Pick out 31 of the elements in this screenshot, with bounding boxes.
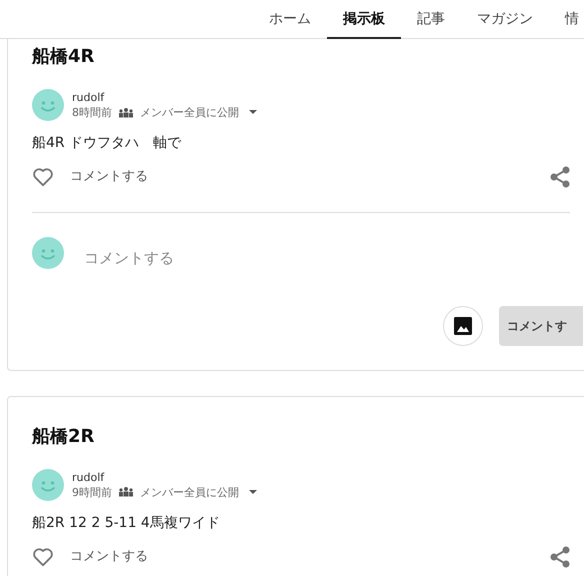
avatar-icon	[32, 89, 64, 121]
heart-icon[interactable]	[32, 167, 54, 187]
comment-link[interactable]: コメントする	[70, 546, 148, 566]
share-icon[interactable]	[550, 546, 570, 568]
nav-tab[interactable]: マガジン	[461, 0, 549, 38]
nav-tab[interactable]: ホーム	[253, 0, 327, 38]
heart-icon[interactable]	[32, 546, 54, 566]
avatar-icon	[32, 468, 64, 500]
members-icon	[118, 108, 134, 118]
image-icon	[454, 316, 472, 334]
author-name[interactable]: rudolf	[72, 90, 257, 105]
avatar-icon	[32, 237, 64, 269]
post-title: 船橋4R	[32, 45, 96, 69]
author-name[interactable]: rudolf	[72, 470, 257, 484]
visibility-label[interactable]: メンバー全員に公開	[140, 484, 239, 500]
members-icon	[118, 487, 134, 497]
share-icon[interactable]	[550, 166, 570, 188]
post-body: 船4R ドウフタハ 軸で	[32, 134, 182, 153]
post-time: 9時間前	[72, 484, 112, 500]
post-time: 8時間前	[72, 105, 112, 120]
comment-input[interactable]: コメントする	[84, 247, 484, 270]
post-title: 船橋2R	[32, 424, 96, 448]
caret-icon[interactable]	[249, 110, 257, 115]
nav-tab[interactable]: 記事	[401, 0, 461, 38]
visibility-label[interactable]: メンバー全員に公開	[140, 105, 239, 120]
comment-submit-button[interactable]: コメントす	[499, 306, 583, 346]
comment-link[interactable]: コメントする	[70, 167, 148, 187]
nav-tab[interactable]: 情	[549, 0, 584, 38]
caret-icon[interactable]	[249, 490, 257, 494]
image-button[interactable]	[443, 306, 483, 346]
post-body: 船2R 12 2 5-11 4馬複ワイド	[32, 514, 221, 532]
